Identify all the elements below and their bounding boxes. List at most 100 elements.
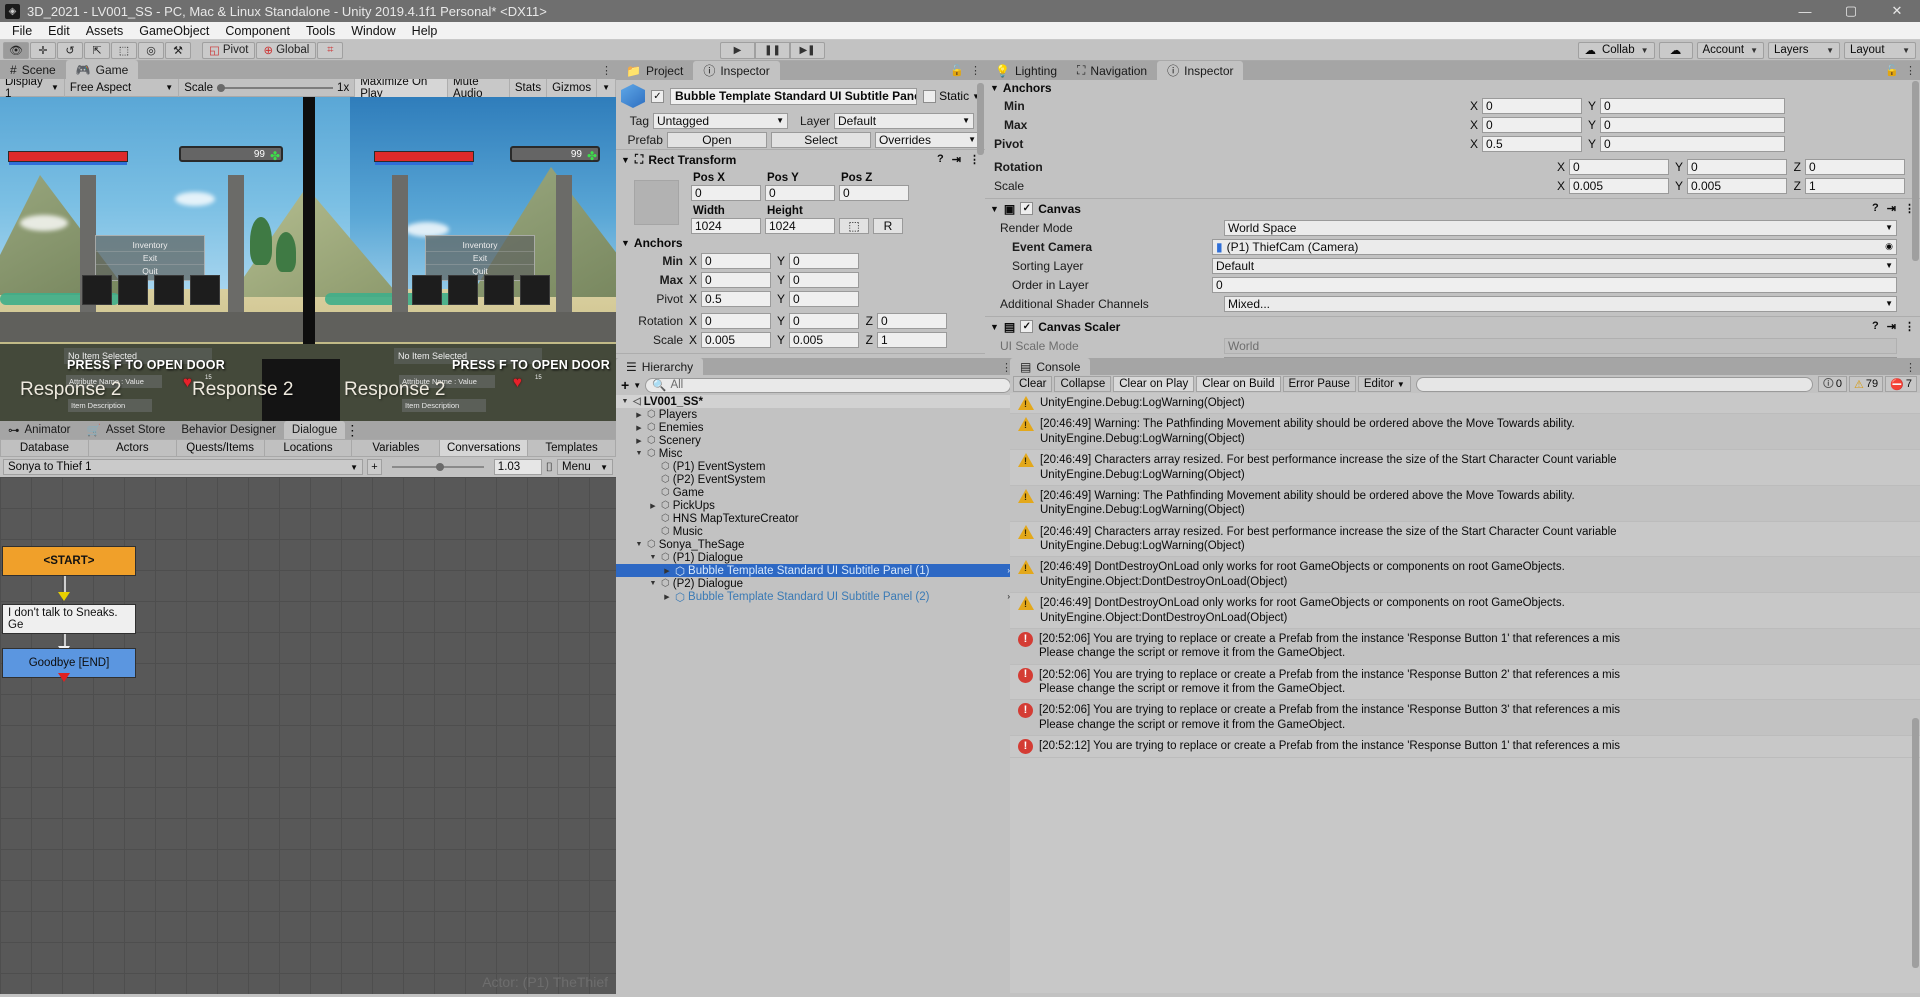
chevron-down-icon[interactable]: ▼ [990, 322, 999, 332]
game-render-surface[interactable]: 99 ✤ 99 ✤ Inventory Exit Quit Inventory … [0, 97, 616, 439]
menu-component[interactable]: Component [217, 23, 298, 39]
console-log-entry[interactable]: [20:46:49] Warning: The Pathfinding Move… [1010, 485, 1920, 522]
console-log-entry[interactable]: [20:46:49] Characters array resized. For… [1010, 522, 1920, 558]
help-icon[interactable]: ? [937, 153, 944, 166]
hierarchy-row[interactable]: ▼ ⬡ Misc [616, 447, 1016, 460]
anchor-preset-widget[interactable] [621, 172, 691, 234]
canvas-enabled-checkbox[interactable]: ✓ [1020, 202, 1034, 215]
hierarchy-row[interactable]: ▼ ⬡ Sonya_TheSage [616, 538, 1016, 551]
sorting-layer-dropdown[interactable]: Default ▼ [1212, 257, 1897, 274]
inventory-slot[interactable] [118, 275, 148, 305]
preset-icon[interactable]: ⇥ [1887, 202, 1896, 215]
menu-item-exit-p1[interactable]: Exit [96, 252, 204, 265]
order-in-layer-field[interactable]: 0 [1212, 276, 1897, 293]
console-log-entry[interactable]: [20:46:49] DontDestroyOnLoad only works … [1010, 593, 1920, 629]
chevron-down-icon[interactable]: ▼ [621, 238, 630, 248]
object-name-field[interactable]: Bubble Template Standard UI Subtitle Pan… [670, 87, 918, 105]
chevron-down-icon[interactable]: ▼ [990, 83, 999, 93]
tab-animator[interactable]: ⊶ Animator [0, 421, 79, 439]
hierarchy-row[interactable]: ▶ ⬡ PickUps [616, 499, 1016, 512]
menu-edit[interactable]: Edit [40, 23, 78, 39]
layer-dropdown[interactable]: Default ▼ [834, 112, 974, 129]
canvas-scaler-enabled-checkbox[interactable]: ✓ [1020, 320, 1034, 333]
layers-button[interactable]: Layers ▼ [1768, 41, 1840, 59]
subtab-variables[interactable]: Variables [352, 439, 441, 457]
game-view-options[interactable]: ⋮ [601, 64, 612, 77]
menu-gameobject[interactable]: GameObject [131, 23, 217, 39]
transform-tool-icon[interactable]: ◎ [138, 41, 164, 59]
response-2-label-p2[interactable]: Response 2 [344, 379, 445, 401]
menu-assets[interactable]: Assets [78, 23, 132, 39]
chevron-down-icon[interactable]: ▼ [634, 450, 644, 457]
tab-game[interactable]: 🎮 Game [65, 60, 139, 79]
preset-icon[interactable]: ⇥ [952, 153, 961, 166]
console-scrollbar[interactable] [1908, 358, 1920, 997]
inventory-slot[interactable] [484, 275, 514, 305]
shader-channels-dropdown[interactable]: Mixed... ▼ [1224, 295, 1897, 312]
layout-button[interactable]: Layout ▼ [1844, 41, 1916, 59]
pivot-toggle[interactable]: ◱ Pivot [202, 41, 256, 59]
chevron-right-icon[interactable]: ▶ [634, 424, 644, 432]
hierarchy-row[interactable]: ⬡ Music [616, 525, 1016, 538]
scale-tool-icon[interactable]: ⇱ [84, 41, 110, 59]
rect-tool-icon[interactable]: ⬚ [111, 41, 137, 59]
prefab-open-button[interactable]: Open [666, 131, 767, 148]
scale-x-right[interactable]: 0.005 [1569, 177, 1669, 194]
hierarchy-search-input[interactable]: 🔍 All [645, 377, 1011, 393]
chevron-right-icon[interactable]: ▶ [662, 593, 672, 601]
custom-tool-icon[interactable]: ⚒ [165, 41, 191, 59]
lock-icon[interactable]: ⌷ [546, 460, 553, 475]
hierarchy-row[interactable]: ▼ ⬡ (P2) Dialogue [616, 577, 1016, 590]
inventory-slot[interactable] [520, 275, 550, 305]
hierarchy-row[interactable]: ▶ ⬡ Scenery [616, 434, 1016, 447]
pause-button[interactable]: ❚❚ [755, 41, 790, 59]
add-caret-icon[interactable]: ▼ [633, 381, 641, 390]
tab-console[interactable]: ▤ Console [1010, 358, 1091, 375]
anchor-max-y[interactable]: 0 [789, 271, 859, 288]
scale-y-right[interactable]: 0.005 [1687, 177, 1787, 194]
pivot-x[interactable]: 0.5 [1482, 135, 1582, 152]
dialogue-node-start[interactable]: <START> [2, 546, 136, 576]
help-icon[interactable]: ? [1872, 320, 1879, 333]
subtab-templates[interactable]: Templates [528, 439, 617, 457]
pivot-y[interactable]: 0 [1600, 135, 1785, 152]
chevron-down-icon[interactable]: ▼ [990, 204, 999, 214]
gizmos-dropdown[interactable]: Gizmos [547, 78, 598, 97]
tab-scene[interactable]: # Scene [0, 60, 66, 79]
anchors-foldout-right[interactable]: ▼ Anchors [985, 80, 1920, 96]
console-log-entry[interactable]: ! [20:52:06] You are trying to replace or… [1010, 700, 1920, 737]
subtab-actors[interactable]: Actors [88, 439, 177, 457]
tab-asset-store[interactable]: 🛒 Asset Store [78, 421, 174, 439]
editor-dropdown[interactable]: Editor ▼ [1357, 376, 1411, 392]
inventory-slot[interactable] [412, 275, 442, 305]
inventory-slots-p2[interactable] [412, 275, 550, 305]
menu-item-inventory-p1[interactable]: Inventory [96, 239, 204, 252]
min-x[interactable]: 0 [1482, 97, 1582, 114]
inventory-slot[interactable] [448, 275, 478, 305]
hierarchy-row[interactable]: ▶ ⬡ Enemies [616, 421, 1016, 434]
menu-tools[interactable]: Tools [298, 23, 343, 39]
stats-toggle[interactable]: Stats [509, 78, 548, 97]
console-search-input[interactable] [1415, 376, 1813, 392]
raw-edit-button[interactable]: R [873, 218, 903, 234]
tab-behavior-designer[interactable]: Behavior Designer [173, 421, 284, 439]
rect-transform-header[interactable]: ▼ ⛶ Rect Transform ? ⇥ ⋮ [616, 149, 985, 169]
chevron-down-icon[interactable]: ▼ [634, 541, 644, 548]
menu-window[interactable]: Window [343, 23, 403, 39]
hierarchy-row[interactable]: ▶ ⬡ Bubble Template Standard UI Subtitle P… [616, 590, 1016, 604]
hierarchy-row[interactable]: ▶ ⬡ Bubble Template Standard UI Subtitle P… [616, 564, 1016, 578]
scale-slider-group[interactable]: Scale 1x [179, 78, 356, 97]
scale-y[interactable]: 0.005 [789, 331, 859, 348]
tab-inspector-mid[interactable]: ⓘ Inspector [693, 61, 780, 80]
maximize-button[interactable]: ▢ [1828, 0, 1874, 22]
render-mode-dropdown[interactable]: World Space ▼ [1224, 219, 1897, 236]
console-log-entry[interactable]: ! [20:52:06] You are trying to replace or… [1010, 665, 1920, 701]
lock-icon[interactable]: 🔓 [950, 64, 964, 77]
object-enabled-checkbox[interactable]: ✓ [651, 89, 664, 103]
inventory-slot[interactable] [82, 275, 112, 305]
dialogue-node-npc[interactable]: I don't talk to Sneaks. Ge [2, 604, 136, 634]
dialogue-node-canvas[interactable]: <START> I don't talk to Sneaks. Ge Goodb… [0, 477, 616, 994]
hierarchy-row[interactable]: ⬡ HNS MapTextureCreator [616, 512, 1016, 525]
rotate-tool-icon[interactable]: ↺ [57, 41, 83, 59]
console-log-entry[interactable]: ! [20:52:06] You are trying to replace or… [1010, 628, 1920, 665]
